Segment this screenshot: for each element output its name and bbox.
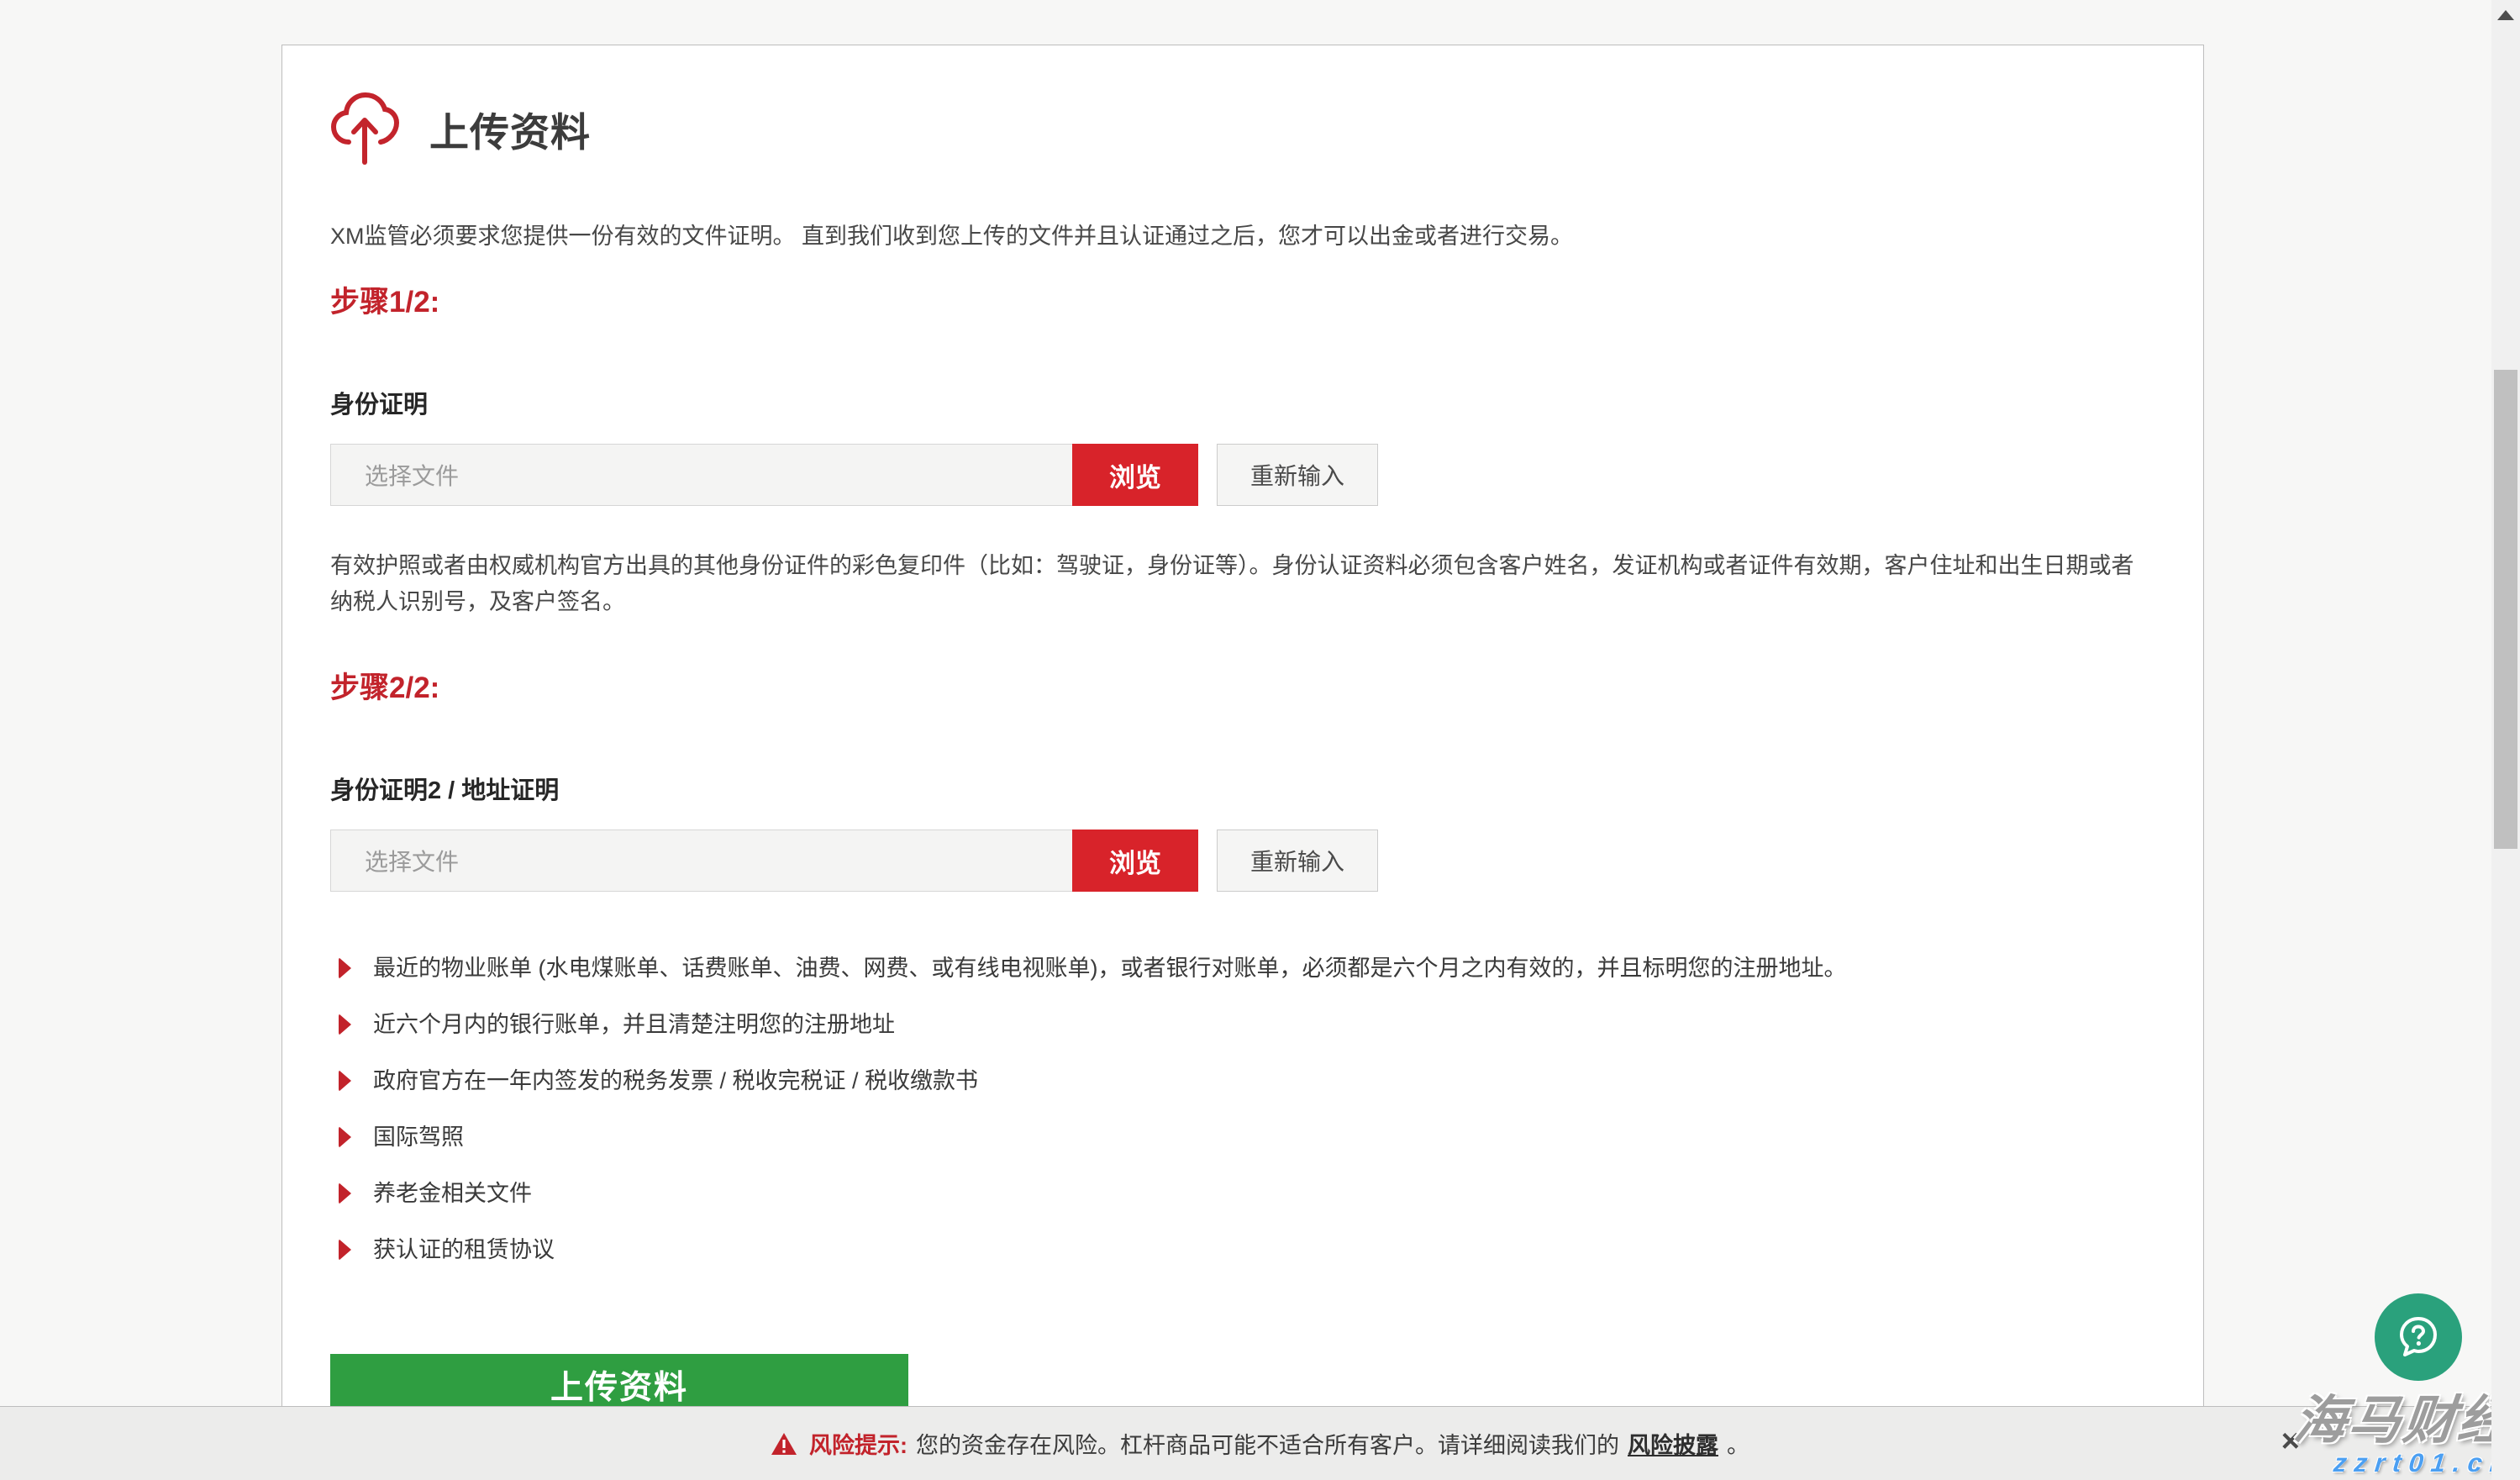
risk-warning-bar: 风险提示: 您的资金存在风险。杠杆商品可能不适合所有客户。请详细阅读我们的风险披… <box>0 1406 2520 1480</box>
bullet-arrow-icon <box>339 1014 351 1035</box>
list-item: 最近的物业账单 (水电煤账单、话费账单、油费、网费、或有线电视账单)，或者银行对… <box>330 956 2155 981</box>
warning-triangle-icon <box>771 1432 797 1456</box>
scroll-up-icon[interactable] <box>2497 10 2514 20</box>
bullet-arrow-icon <box>339 1239 351 1261</box>
card-header: 上传资料 <box>330 90 2155 167</box>
risk-disclosure-link[interactable]: 风险披露 <box>1628 1427 1718 1460</box>
list-item-text: 养老金相关文件 <box>373 1181 532 1206</box>
scrollbar-thumb[interactable] <box>2494 370 2517 849</box>
page-title: 上传资料 <box>429 100 591 158</box>
reset-button-2[interactable]: 重新输入 <box>1217 830 1378 892</box>
accepted-documents-list: 最近的物业账单 (水电煤账单、话费账单、油费、网费、或有线电视账单)，或者银行对… <box>330 956 2155 1262</box>
bullet-arrow-icon <box>339 1182 351 1204</box>
risk-text: 您的资金存在风险。杠杆商品可能不适合所有客户。请详细阅读我们的 <box>916 1427 1619 1460</box>
vertical-scrollbar[interactable] <box>2491 0 2520 1480</box>
list-item-text: 最近的物业账单 (水电煤账单、话费账单、油费、网费、或有线电视账单)，或者银行对… <box>373 956 1846 981</box>
upload-documents-card: 上传资料 XM监管必须要求您提供一份有效的文件证明。 直到我们收到您上传的文件并… <box>281 45 2204 1480</box>
upload-cloud-icon <box>330 90 399 167</box>
identity-proof-label: 身份证明 <box>330 385 2155 420</box>
intro-text: XM监管必须要求您提供一份有效的文件证明。 直到我们收到您上传的文件并且认证通过… <box>330 219 2155 253</box>
file-input-2[interactable]: 选择文件 浏览 <box>330 830 1198 892</box>
list-item: 获认证的租赁协议 <box>330 1237 2155 1262</box>
browse-button-1[interactable]: 浏览 <box>1072 444 1198 506</box>
question-bubble-icon <box>2395 1314 2442 1361</box>
address-proof-label: 身份证明2 / 地址证明 <box>330 771 2155 806</box>
list-item-text: 获认证的租赁协议 <box>373 1237 555 1262</box>
file-row-2: 选择文件 浏览 重新输入 <box>330 830 2155 892</box>
help-chat-button[interactable] <box>2375 1293 2462 1381</box>
list-item-text: 近六个月内的银行账单，并且清楚注明您的注册地址 <box>373 1012 895 1037</box>
bullet-arrow-icon <box>339 957 351 979</box>
step-1-heading: 步骤1/2: <box>330 278 2155 321</box>
risk-warning-content: 风险提示: 您的资金存在风险。杠杆商品可能不适合所有客户。请详细阅读我们的风险披… <box>771 1427 1749 1460</box>
list-item: 近六个月内的银行账单，并且清楚注明您的注册地址 <box>330 1012 2155 1037</box>
list-item: 国际驾照 <box>330 1124 2155 1150</box>
reset-button-1[interactable]: 重新输入 <box>1217 444 1378 506</box>
risk-suffix: 。 <box>1727 1427 1749 1460</box>
file-input-1[interactable]: 选择文件 浏览 <box>330 444 1198 506</box>
bullet-arrow-icon <box>339 1126 351 1148</box>
identity-proof-note: 有效护照或者由权威机构官方出具的其他身份证件的彩色复印件（比如：驾驶证，身份证等… <box>330 548 2155 620</box>
bullet-arrow-icon <box>339 1070 351 1092</box>
list-item: 养老金相关文件 <box>330 1181 2155 1206</box>
browse-button-2[interactable]: 浏览 <box>1072 830 1198 892</box>
list-item-text: 国际驾照 <box>373 1124 464 1150</box>
step-2-heading: 步骤2/2: <box>330 664 2155 707</box>
list-item: 政府官方在一年内签发的税务发票 / 税收完税证 / 税收缴款书 <box>330 1068 2155 1093</box>
file-row-1: 选择文件 浏览 重新输入 <box>330 444 2155 506</box>
list-item-text: 政府官方在一年内签发的税务发票 / 税收完税证 / 税收缴款书 <box>373 1068 978 1093</box>
file-placeholder-2: 选择文件 <box>331 844 459 877</box>
risk-label: 风险提示: <box>809 1427 908 1460</box>
close-icon[interactable]: × <box>2281 1425 2300 1457</box>
file-placeholder-1: 选择文件 <box>331 458 459 492</box>
